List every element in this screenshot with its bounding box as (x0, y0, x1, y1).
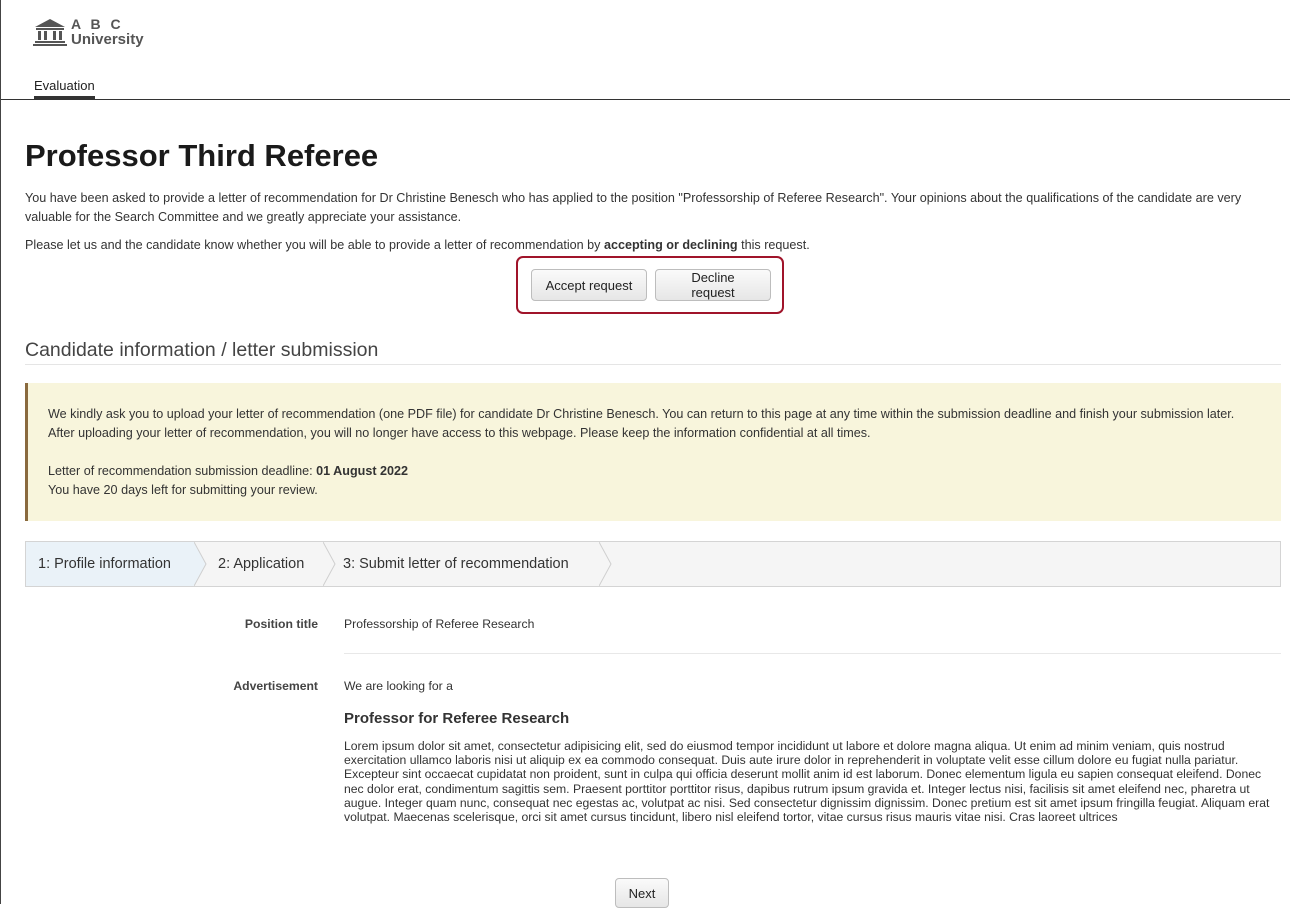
page-frame: A B C University Evaluation Professor Th… (0, 0, 1290, 908)
step-separator-icon (323, 542, 336, 586)
deadline-line: Letter of recommendation submission dead… (48, 462, 1259, 481)
accept-decline-prompt: Please let us and the candidate know whe… (25, 238, 810, 252)
section-divider (25, 364, 1281, 365)
logo-text: A B C University (71, 16, 144, 48)
step-separator-icon (599, 542, 612, 586)
advertisement-body: Lorem ipsum dolor sit amet, consectetur … (344, 739, 1270, 825)
university-building-icon (33, 19, 67, 46)
deadline-value: 01 August 2022 (316, 464, 409, 478)
top-navigation: Evaluation (1, 78, 1290, 100)
wizard-steps: 1: Profile information 2: Application 3:… (25, 541, 1281, 587)
wizard-step-profile[interactable]: 1: Profile information (26, 542, 194, 586)
logo-line-1: A B C (71, 16, 124, 32)
details-divider (344, 653, 1281, 654)
intro-text: You have been asked to provide a letter … (25, 191, 1242, 224)
deadline-label: Letter of recommendation submission dead… (48, 464, 317, 478)
advertisement-label: Advertisement (233, 679, 318, 693)
advertisement-heading: Professor for Referee Research (344, 710, 570, 727)
info-notice: We kindly ask you to upload your letter … (25, 383, 1281, 521)
prompt-text-bold: accepting or declining (603, 238, 738, 252)
step-separator-icon (194, 542, 207, 586)
accept-request-button[interactable]: Accept request (531, 269, 647, 301)
page-title: Professor Third Referee (25, 138, 379, 173)
tab-evaluation[interactable]: Evaluation (34, 78, 95, 99)
advertisement-intro: We are looking for a (344, 679, 453, 693)
decline-request-button[interactable]: Decline request (655, 269, 771, 301)
position-title-value: Professorship of Referee Research (344, 617, 535, 631)
prompt-text-after: this request. (737, 238, 810, 252)
prompt-text-before: Please let us and the candidate know whe… (25, 238, 604, 252)
days-left-text: You have 20 days left for submitting you… (48, 483, 318, 497)
wizard-step-submit-letter[interactable]: 3: Submit letter of recommendation (343, 542, 569, 586)
university-logo[interactable]: A B C University (33, 16, 144, 48)
logo-line-2: University (71, 31, 144, 48)
position-title-label: Position title (244, 617, 318, 631)
wizard-step-application[interactable]: 2: Application (218, 542, 304, 586)
notice-text: We kindly ask you to upload your letter … (48, 407, 1235, 440)
section-title: Candidate information / letter submissio… (25, 339, 379, 361)
